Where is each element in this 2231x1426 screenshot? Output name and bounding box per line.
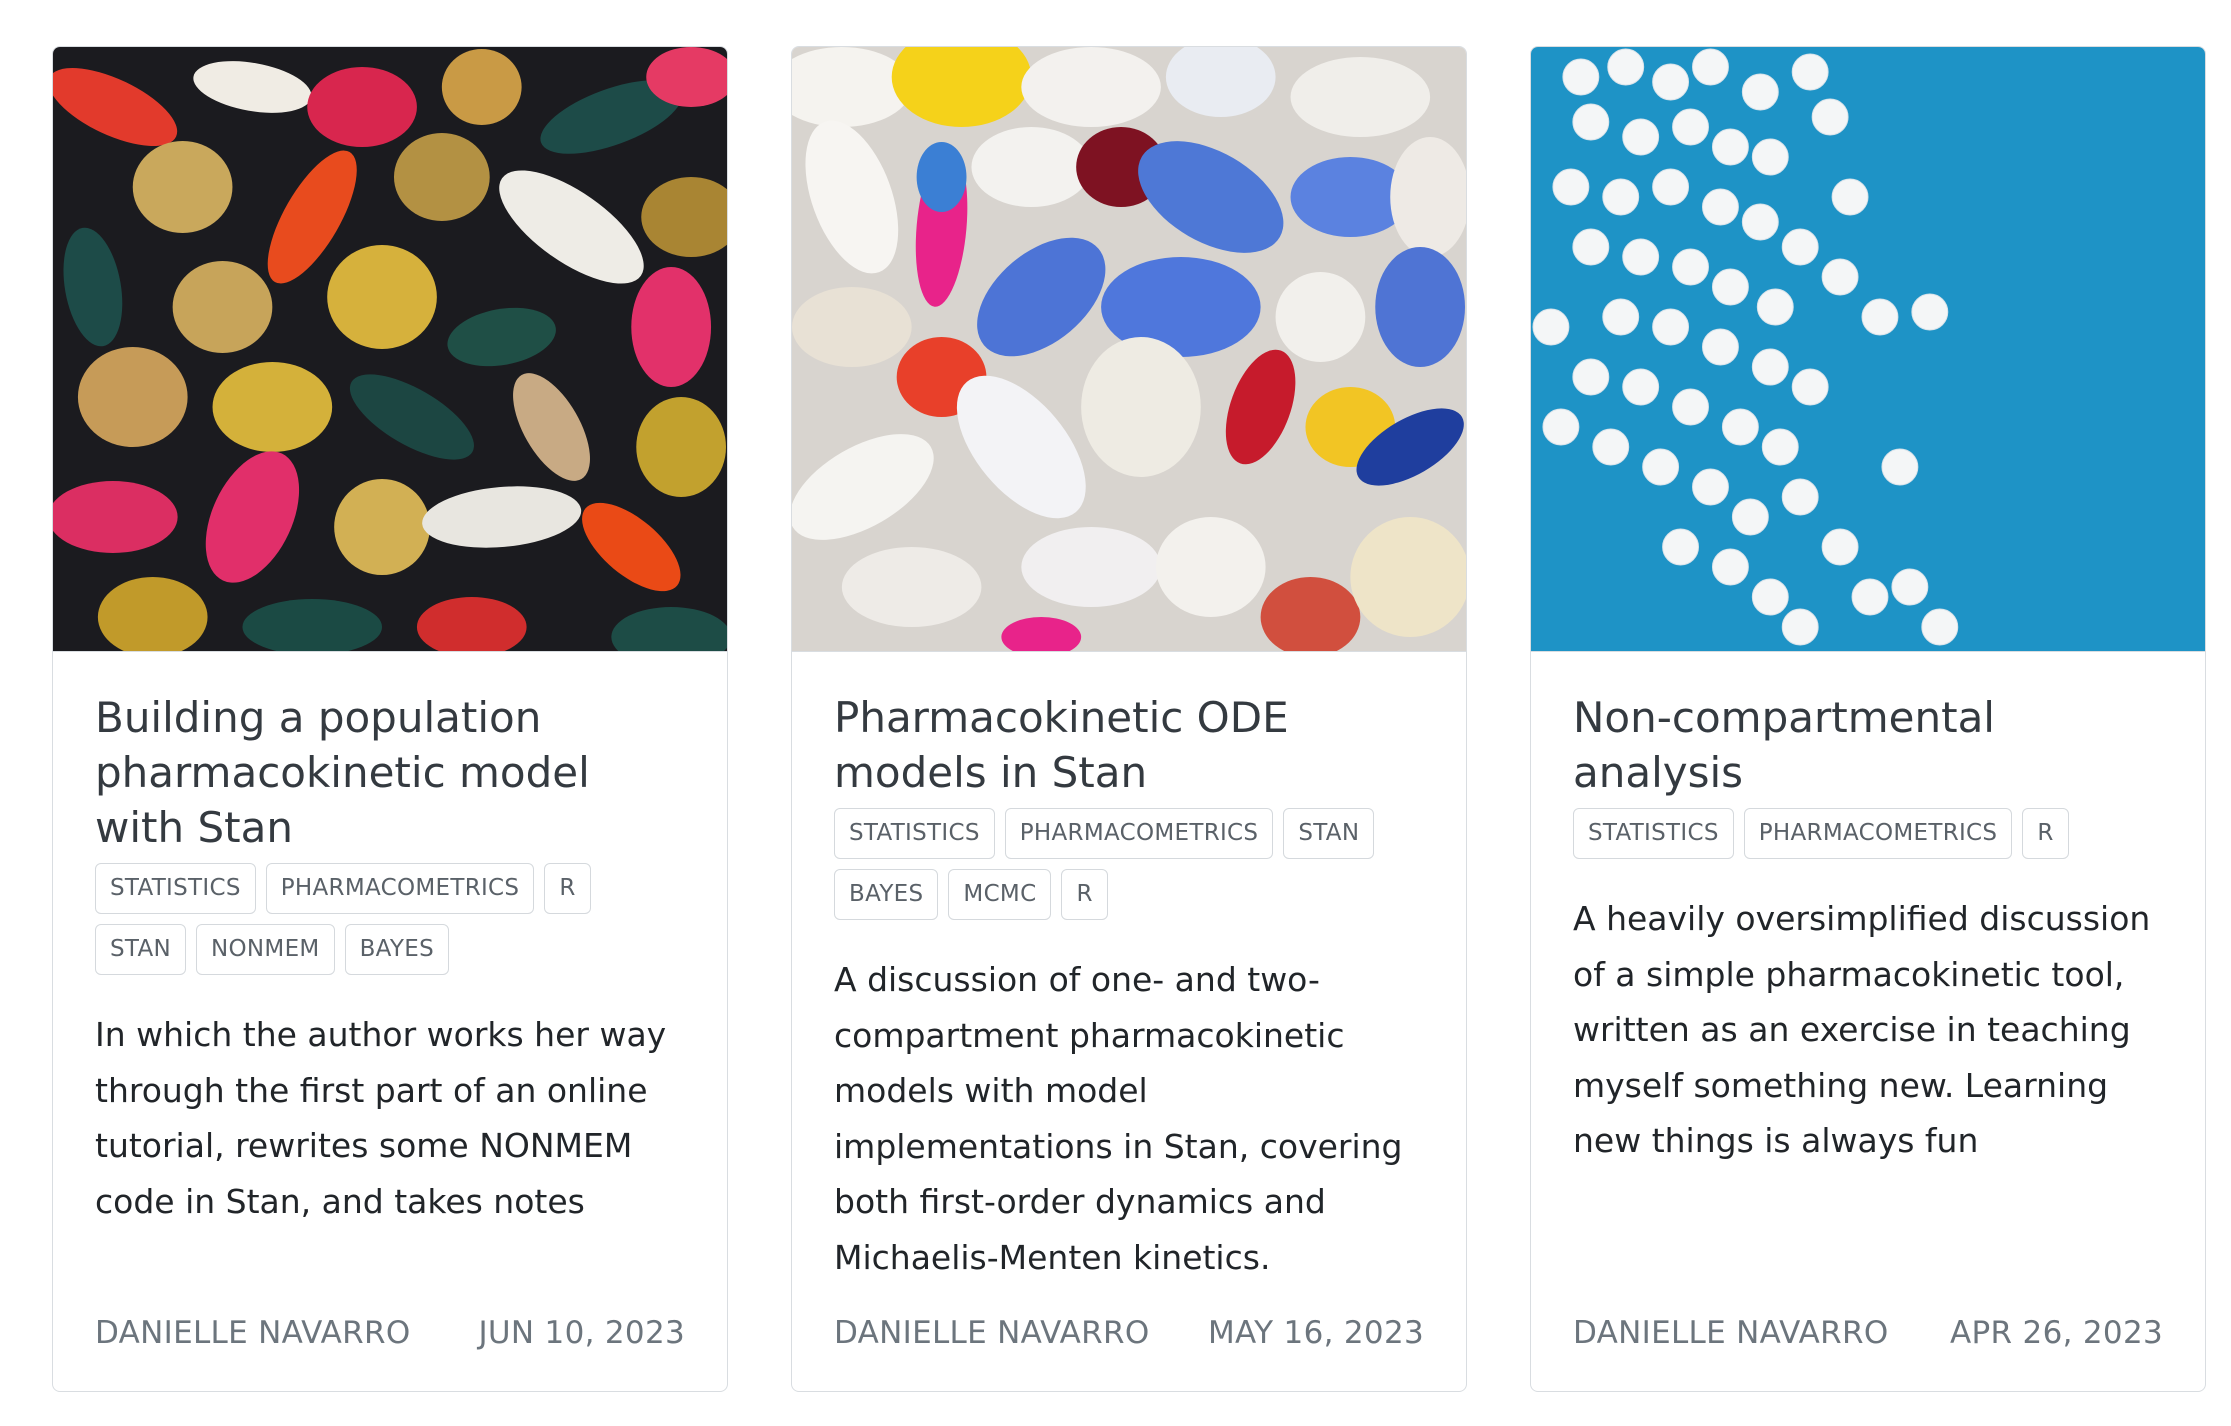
tag-list: STATISTICS PHARMACOMETRICS R [1573,808,2163,859]
tag-stan[interactable]: STAN [95,924,187,975]
tag-pharmacometrics[interactable]: PHARMACOMETRICS [1004,808,1274,859]
tag-r[interactable]: R [2022,808,2069,859]
post-author: DANIELLE NAVARRO [1573,1315,1889,1351]
tag-mcmc[interactable]: MCMC [948,869,1052,920]
post-description: In which the author works her way throug… [95,1015,667,1221]
tag-bayes[interactable]: BAYES [834,869,939,920]
post-card[interactable]: Pharmacokinetic ODE models in Stan STATI… [791,46,1467,1392]
post-title[interactable]: Non-compartmental analysis [1573,690,2163,800]
post-title[interactable]: Pharmacokinetic ODE models in Stan [834,690,1424,800]
post-thumbnail[interactable] [1531,47,2205,652]
tablets-image [1531,47,2205,651]
post-thumbnail[interactable] [792,47,1466,652]
post-card[interactable]: Non-compartmental analysis STATISTICS PH… [1530,46,2206,1392]
post-author: DANIELLE NAVARRO [834,1315,1150,1351]
tag-stan[interactable]: STAN [1283,808,1375,859]
post-date: JUN 10, 2023 [478,1315,685,1351]
tag-nonmem[interactable]: NONMEM [196,924,335,975]
post-author: DANIELLE NAVARRO [95,1315,411,1351]
post-meta: DANIELLE NAVARRO MAY 16, 2023 [834,1315,1424,1351]
post-card[interactable]: Building a population pharmacokinetic mo… [52,46,728,1392]
tag-statistics[interactable]: STATISTICS [834,808,995,859]
post-date: APR 26, 2023 [1950,1315,2163,1351]
post-description: A discussion of one- and two-compartment… [834,960,1403,1277]
pills-image [792,47,1466,651]
tag-pharmacometrics[interactable]: PHARMACOMETRICS [1743,808,2013,859]
tag-r[interactable]: R [544,863,591,914]
post-meta: DANIELLE NAVARRO APR 26, 2023 [1573,1315,2163,1351]
tag-pharmacometrics[interactable]: PHARMACOMETRICS [265,863,535,914]
post-description: A heavily oversimplified discussion of a… [1573,899,2151,1160]
tag-list: STATISTICS PHARMACOMETRICS R STAN NONMEM… [95,863,685,975]
tag-list: STATISTICS PHARMACOMETRICS STAN BAYES MC… [834,808,1424,920]
tag-r[interactable]: R [1061,869,1108,920]
tag-bayes[interactable]: BAYES [344,924,449,975]
post-meta: DANIELLE NAVARRO JUN 10, 2023 [95,1315,685,1351]
tag-statistics[interactable]: STATISTICS [95,863,256,914]
post-date: MAY 16, 2023 [1208,1315,1424,1351]
capsules-image [53,47,727,651]
post-thumbnail[interactable] [53,47,727,652]
tag-statistics[interactable]: STATISTICS [1573,808,1734,859]
post-title[interactable]: Building a population pharmacokinetic mo… [95,690,685,855]
